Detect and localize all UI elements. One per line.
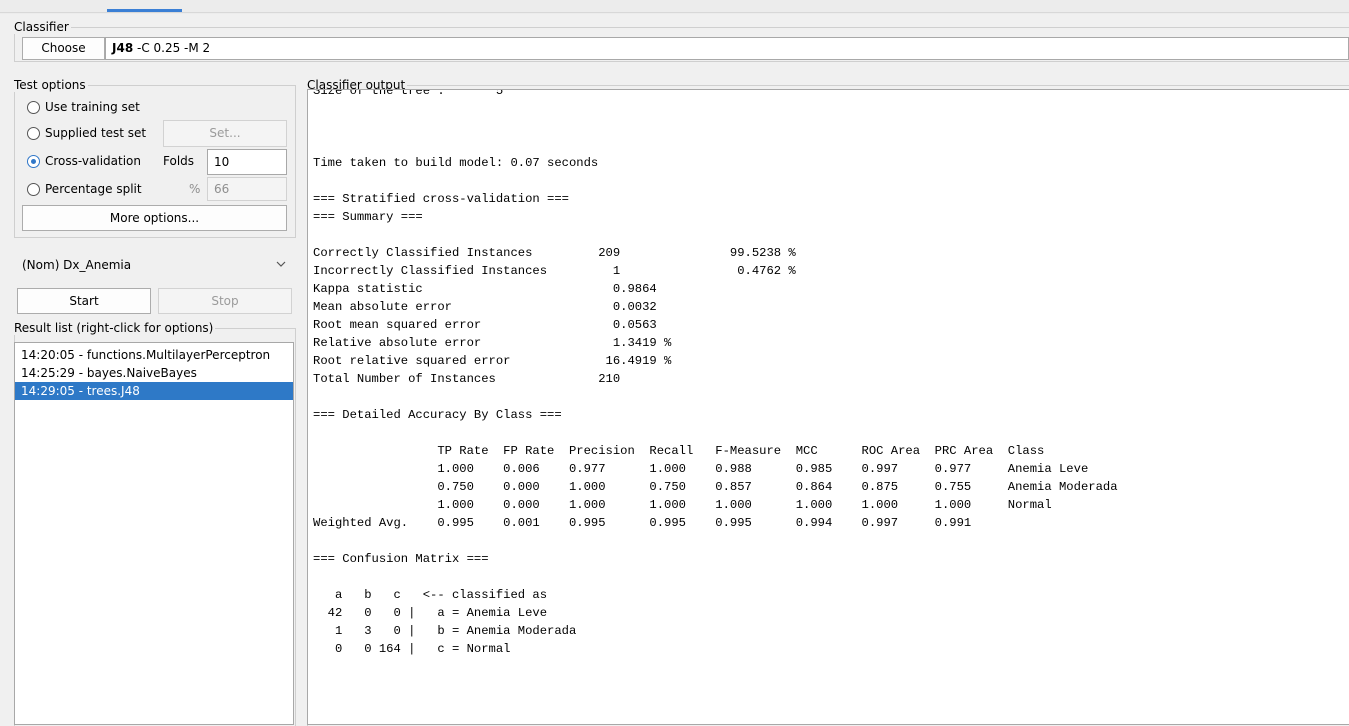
result-list[interactable]: 14:20:05 - functions.MultilayerPerceptro…: [14, 342, 294, 725]
percent-input[interactable]: 66: [207, 177, 287, 201]
use-training-set-radio[interactable]: [27, 101, 40, 114]
result-list-label: Result list (right-click for options): [14, 321, 214, 335]
set-test-set-button[interactable]: Set...: [163, 120, 287, 147]
percent-symbol: %: [189, 182, 201, 196]
chevron-down-icon: [276, 258, 286, 271]
choose-button[interactable]: Choose: [22, 37, 105, 60]
supplied-test-set-label[interactable]: Supplied test set: [45, 126, 146, 140]
classifier-config-field[interactable]: J48 -C 0.25 -M 2: [105, 37, 1349, 60]
result-item[interactable]: 14:25:29 - bayes.NaiveBayes: [15, 364, 293, 382]
test-options-label: Test options: [14, 78, 86, 92]
top-divider: [0, 12, 1349, 13]
folds-input[interactable]: 10: [207, 149, 287, 175]
classifier-options: -C 0.25 -M 2: [133, 41, 211, 55]
start-button[interactable]: Start: [17, 288, 151, 314]
result-item-selected[interactable]: 14:29:05 - trees.J48: [15, 382, 293, 400]
class-attribute-select[interactable]: (Nom) Dx_Anemia: [14, 252, 294, 278]
supplied-test-set-radio[interactable]: [27, 127, 40, 140]
folds-label: Folds: [163, 154, 195, 168]
cross-validation-label[interactable]: Cross-validation: [45, 154, 141, 168]
percentage-split-radio[interactable]: [27, 183, 40, 196]
result-item[interactable]: 14:20:05 - functions.MultilayerPerceptro…: [15, 346, 293, 364]
more-options-button[interactable]: More options...: [22, 205, 287, 231]
classifier-output-text-area[interactable]: Size of the tree : 5 Time taken to build…: [307, 89, 1349, 725]
stop-button[interactable]: Stop: [158, 288, 292, 314]
percentage-split-label[interactable]: Percentage split: [45, 182, 142, 196]
cross-validation-radio[interactable]: [27, 155, 40, 168]
use-training-set-label[interactable]: Use training set: [45, 100, 140, 114]
class-attribute-value: (Nom) Dx_Anemia: [22, 258, 132, 272]
classifier-name: J48: [112, 41, 134, 55]
classifier-group-label: Classifier: [14, 20, 69, 34]
classifier-output-text: Size of the tree : 5 Time taken to build…: [313, 89, 1118, 656]
